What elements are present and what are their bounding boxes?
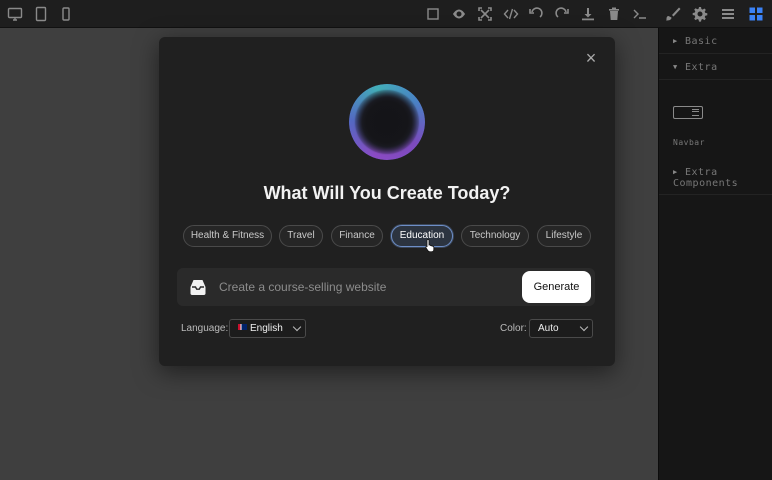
terminal-icon[interactable] [630, 4, 650, 24]
square-icon[interactable] [423, 4, 443, 24]
caret-right-icon: ▶ [673, 37, 678, 45]
color-label: Color: [500, 323, 527, 334]
chip-travel[interactable]: Travel [279, 225, 323, 247]
caret-down-icon: ▼ [673, 63, 678, 71]
chip-lifestyle[interactable]: Lifestyle [537, 225, 591, 247]
category-extra-components[interactable]: ▶ Extra Components [659, 163, 772, 195]
blocks-icon[interactable] [746, 4, 766, 24]
modal-heading: What Will You Create Today? [263, 183, 511, 203]
category-chips: Health & Fitness Travel Finance Educatio… [183, 225, 593, 247]
block-navbar[interactable]: Navbar [659, 80, 772, 163]
top-toolbar [0, 0, 772, 28]
language-select[interactable]: English [229, 319, 306, 338]
close-icon[interactable]: × [583, 49, 599, 67]
mobile-icon[interactable] [56, 4, 76, 24]
navbar-icon [673, 106, 703, 119]
chevron-down-icon [579, 322, 589, 332]
menu-icon[interactable] [718, 4, 738, 24]
redo-icon[interactable] [552, 4, 572, 24]
ai-orb-icon [349, 84, 425, 160]
ai-create-modal: × What Will You Create Today? Health & F… [159, 37, 615, 366]
chip-finance[interactable]: Finance [331, 225, 383, 247]
language-label: Language: [181, 323, 229, 334]
prompt-box: Generate [177, 268, 595, 306]
color-value: Auto [538, 323, 559, 334]
category-label: Basic [685, 36, 718, 47]
category-label: Extra [685, 62, 718, 73]
gear-icon[interactable] [690, 4, 710, 24]
block-label: Navbar [673, 138, 705, 147]
trash-icon[interactable] [604, 4, 624, 24]
pointer-cursor-icon [425, 239, 435, 252]
inbox-icon [190, 280, 206, 295]
prompt-input[interactable] [219, 268, 519, 306]
undo-icon[interactable] [526, 4, 546, 24]
caret-right-icon: ▶ [673, 168, 678, 176]
desktop-icon[interactable] [5, 4, 25, 24]
uk-flag-icon [238, 324, 247, 330]
color-select[interactable]: Auto [529, 319, 593, 338]
brush-icon[interactable] [663, 4, 683, 24]
chevron-down-icon [292, 322, 302, 332]
code-icon[interactable] [501, 4, 521, 24]
download-icon[interactable] [578, 4, 598, 24]
chip-technology[interactable]: Technology [461, 225, 529, 247]
tablet-icon[interactable] [31, 4, 51, 24]
generate-button[interactable]: Generate [522, 271, 591, 303]
language-value: English [250, 323, 283, 334]
eye-icon[interactable] [449, 4, 469, 24]
fullscreen-icon[interactable] [475, 4, 495, 24]
chip-education[interactable]: Education [391, 225, 453, 247]
category-basic[interactable]: ▶ Basic [659, 28, 772, 54]
chip-health-fitness[interactable]: Health & Fitness [183, 225, 272, 247]
category-extra[interactable]: ▼ Extra [659, 54, 772, 80]
blocks-panel: ▶ Basic ▼ Extra Navbar ▶ Extra Components [658, 28, 772, 480]
